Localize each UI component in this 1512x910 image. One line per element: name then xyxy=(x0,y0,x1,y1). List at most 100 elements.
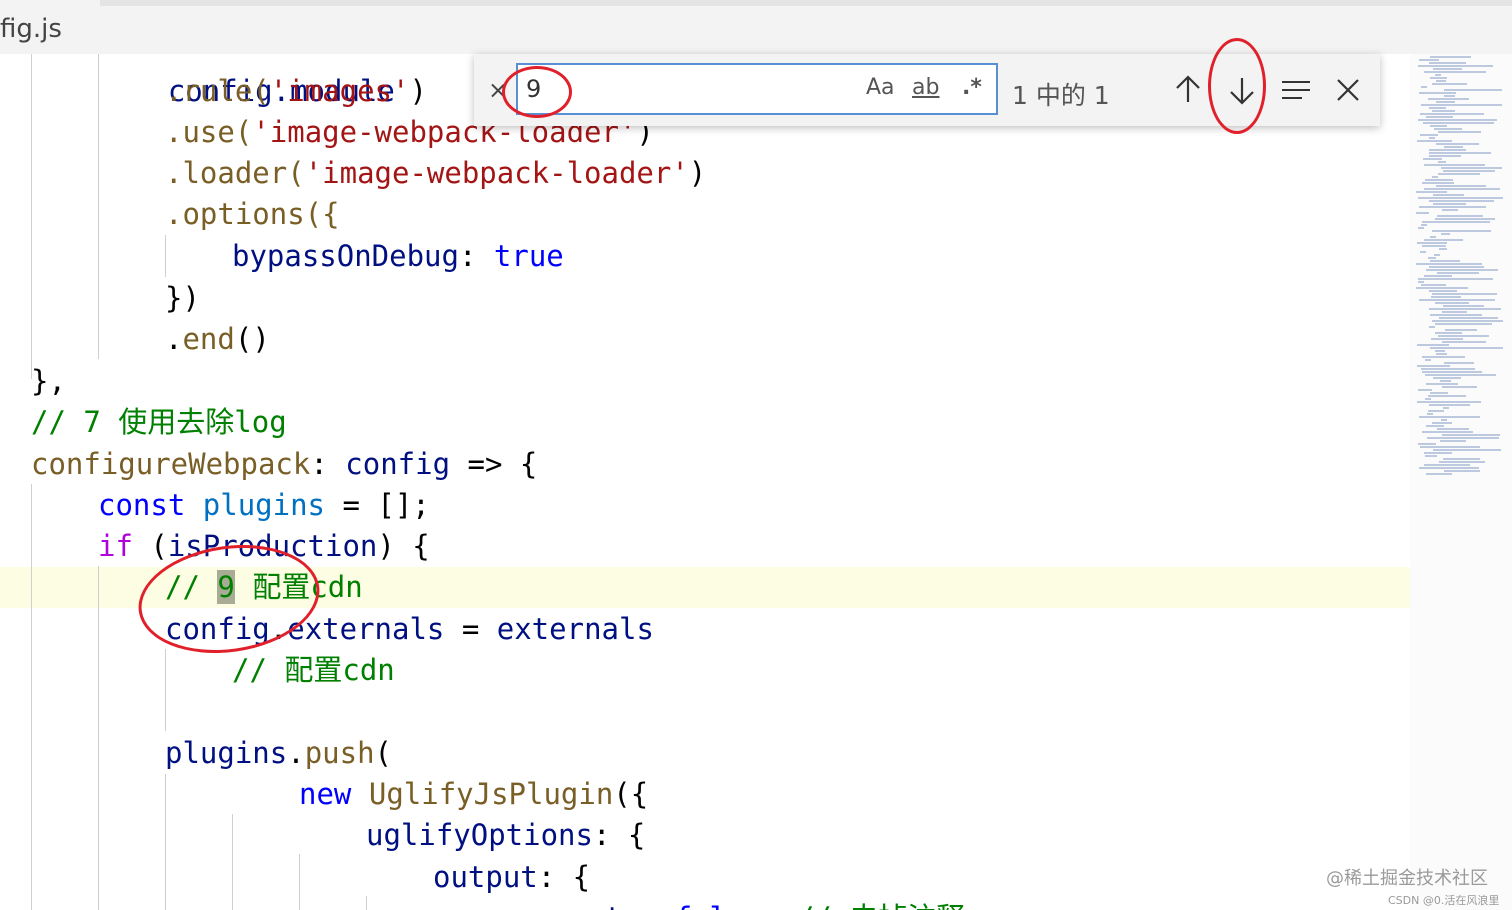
minimap-line xyxy=(1422,356,1465,358)
close-icon[interactable] xyxy=(1330,72,1366,108)
code-token: 'image-webpack-loader' xyxy=(304,156,689,190)
code-token: externals xyxy=(287,612,445,646)
minimap-line xyxy=(1443,458,1480,460)
minimap-line xyxy=(1429,200,1494,202)
minimap-line xyxy=(1424,464,1470,466)
minimap-line xyxy=(1435,350,1445,352)
minimap-line xyxy=(1428,257,1436,259)
minimap-line xyxy=(1429,404,1470,406)
minimap-line xyxy=(1436,80,1446,82)
minimap-line xyxy=(1436,143,1479,145)
minimap-line xyxy=(1438,131,1481,133)
match-whole-word-toggle[interactable]: ab xyxy=(912,75,939,100)
minimap-line xyxy=(1426,269,1498,271)
minimap-line xyxy=(1419,416,1480,418)
code-token: end xyxy=(182,322,235,356)
indent-guide xyxy=(165,774,166,910)
code-token: plugins xyxy=(165,736,288,770)
minimap-line xyxy=(1441,419,1447,421)
minimap-line xyxy=(1429,155,1461,157)
code-line: const plugins = []; xyxy=(98,485,430,526)
find-in-selection-icon[interactable] xyxy=(1278,72,1314,108)
minimap-line xyxy=(1429,326,1435,328)
minimap-line xyxy=(1424,452,1452,454)
minimap-line xyxy=(1436,101,1455,103)
match-case-toggle[interactable]: Aa xyxy=(866,75,895,100)
minimap-line xyxy=(1430,347,1503,349)
minimap-line xyxy=(1418,389,1432,391)
minimap-line xyxy=(1435,74,1441,76)
minimap-line xyxy=(1427,437,1499,439)
minimap-line xyxy=(1418,278,1493,280)
minimap-line xyxy=(1444,470,1480,472)
code-token: : xyxy=(458,239,494,273)
minimap-line xyxy=(1418,119,1497,121)
minimap-line xyxy=(1433,68,1462,70)
minimap-line xyxy=(1436,353,1447,355)
minimap-line xyxy=(1442,311,1467,313)
code-line: bypassOnDebug: true xyxy=(232,236,564,277)
minimap-line xyxy=(1417,365,1450,367)
code-line: .options({ xyxy=(165,197,340,231)
code-line: new UglifyJsPlugin({ xyxy=(299,774,648,815)
minimap-line xyxy=(1420,446,1480,448)
minimap-line xyxy=(1437,428,1469,430)
code-token: if xyxy=(98,529,133,563)
minimap-line xyxy=(1439,248,1447,250)
minimap-line xyxy=(1426,383,1458,385)
code-token: ) xyxy=(688,156,707,190)
minimap[interactable] xyxy=(1410,54,1512,910)
minimap-line xyxy=(1428,395,1466,397)
minimap-line xyxy=(1444,146,1463,148)
minimap-line xyxy=(1419,59,1439,61)
minimap-line xyxy=(1437,272,1479,274)
minimap-line xyxy=(1440,440,1466,442)
minimap-line xyxy=(1426,473,1452,475)
code-line: .loader('image-webpack-loader') xyxy=(165,153,706,194)
minimap-line xyxy=(1435,302,1469,304)
minimap-line xyxy=(1434,254,1440,256)
code-line: .rule('images') xyxy=(165,71,427,112)
minimap-line xyxy=(1417,242,1447,244)
tab-file-name[interactable]: fig.js xyxy=(0,14,62,44)
code-token: bypassOnDebug xyxy=(232,239,459,273)
minimap-line xyxy=(1429,308,1501,310)
minimap-line xyxy=(1419,299,1495,301)
minimap-line xyxy=(1418,227,1424,229)
regex-toggle[interactable]: .* xyxy=(962,75,982,100)
indent-guide xyxy=(31,54,32,379)
minimap-line xyxy=(1422,245,1446,247)
minimap-line xyxy=(1433,194,1464,196)
minimap-line xyxy=(1421,86,1427,88)
minimap-line xyxy=(1444,362,1474,364)
minimap-line xyxy=(1436,185,1486,187)
minimap-line xyxy=(1432,293,1497,295)
code-token: ) xyxy=(409,74,427,108)
code-line: }) xyxy=(165,281,200,315)
minimap-line xyxy=(1425,359,1431,361)
minimap-line xyxy=(1442,209,1458,211)
code-line: uglifyOptions: { xyxy=(366,815,645,856)
minimap-line xyxy=(1425,398,1431,400)
code-editor[interactable]: config.module .rule('images') .use('imag… xyxy=(0,54,1410,910)
minimap-line xyxy=(1421,368,1475,370)
minimap-line xyxy=(1420,113,1484,115)
minimap-line xyxy=(1430,77,1447,79)
code-token: uglifyOptions xyxy=(366,818,593,852)
minimap-line xyxy=(1417,140,1452,142)
code-token: config xyxy=(345,447,451,481)
minimap-line xyxy=(1426,425,1444,427)
minimap-line xyxy=(1419,92,1456,94)
previous-match-arrow-up-icon[interactable] xyxy=(1170,72,1206,108)
code-token: push xyxy=(304,736,375,770)
code-token: .loader( xyxy=(165,156,305,190)
minimap-line xyxy=(1441,233,1450,235)
code-token: new xyxy=(299,777,352,811)
code-token: UglifyJsPlugin xyxy=(368,777,614,811)
code-token: ({ xyxy=(613,777,649,811)
minimap-line xyxy=(1432,320,1503,322)
minimap-line xyxy=(1416,263,1482,265)
minimap-line xyxy=(1430,125,1447,127)
minimap-line xyxy=(1416,212,1429,214)
